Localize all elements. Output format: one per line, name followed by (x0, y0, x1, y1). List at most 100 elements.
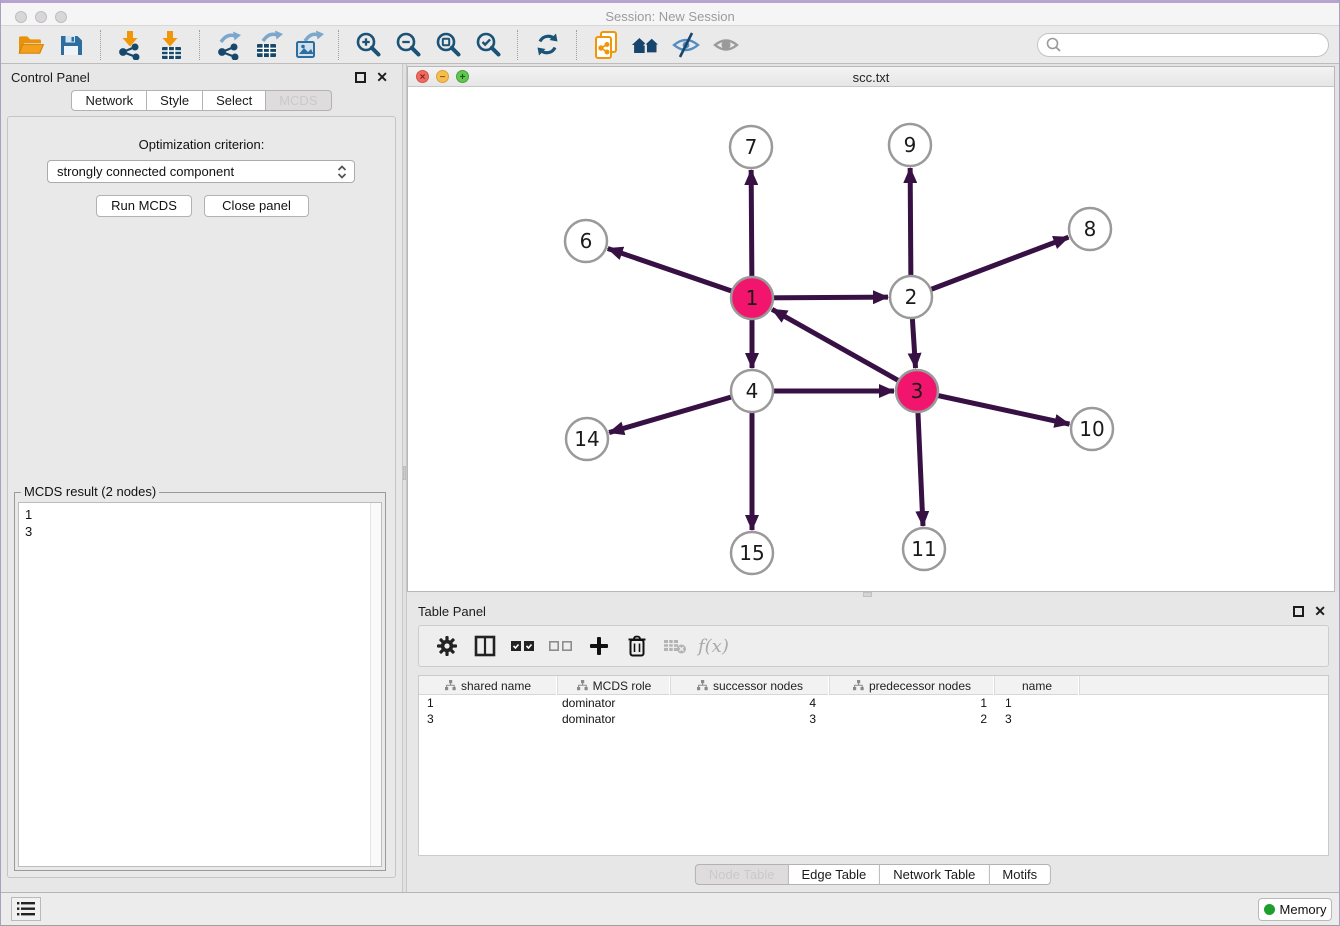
graph-edge-3-1[interactable] (772, 309, 917, 391)
svg-text:15: 15 (739, 541, 764, 565)
tab-node-table[interactable]: Node Table (695, 864, 789, 885)
run-mcds-button[interactable]: Run MCDS (96, 195, 192, 217)
mcds-result-title: MCDS result (2 nodes) (21, 484, 159, 499)
tab-style[interactable]: Style (147, 90, 203, 111)
memory-button[interactable]: Memory (1258, 898, 1332, 921)
export-table-icon[interactable] (254, 30, 284, 60)
close-panel-button[interactable]: Close panel (204, 195, 309, 217)
tab-select[interactable]: Select (203, 90, 266, 111)
table-cell[interactable]: 1 (995, 695, 1080, 711)
tab-motifs[interactable]: Motifs (989, 864, 1051, 885)
graph-node-2[interactable]: 2 (890, 276, 932, 318)
graph-node-14[interactable]: 14 (566, 418, 608, 460)
open-session-icon[interactable] (16, 30, 46, 60)
control-panel-title: Control Panel (11, 70, 90, 85)
splitter-grip[interactable] (863, 592, 872, 597)
table-tabs: Node TableEdge TableNetwork TableMotifs (695, 864, 1051, 885)
memory-status-icon (1264, 904, 1275, 915)
graph-node-6[interactable]: 6 (565, 220, 607, 262)
splitter-grip[interactable] (403, 466, 406, 480)
column-header-MCDS-role[interactable]: MCDS role (558, 676, 671, 695)
svg-text:1: 1 (746, 286, 759, 310)
tab-network[interactable]: Network (71, 90, 147, 111)
table-panel: Table Panel ✕ f(x) shared nameMCDS roles… (407, 598, 1339, 892)
graph-node-8[interactable]: 8 (1069, 208, 1111, 250)
import-table-icon[interactable] (155, 30, 185, 60)
search-icon (1045, 36, 1063, 54)
main-toolbar (1, 26, 1339, 64)
show-column-panel-icon[interactable] (470, 634, 500, 658)
graph-node-3[interactable]: 3 (896, 370, 938, 412)
column-header-predecessor-nodes[interactable]: predecessor nodes (830, 676, 995, 695)
tab-network-table[interactable]: Network Table (880, 864, 989, 885)
svg-text:7: 7 (745, 135, 758, 159)
column-header-successor-nodes[interactable]: successor nodes (671, 676, 830, 695)
refresh-layout-icon[interactable] (532, 30, 562, 60)
table-settings-gear-icon[interactable] (432, 634, 462, 658)
search-input[interactable] (1063, 36, 1328, 54)
home-icon[interactable] (631, 30, 661, 60)
tab-mcds[interactable]: MCDS (266, 90, 331, 111)
table-cell[interactable]: 3 (995, 711, 1080, 727)
mcds-result-text: 1 3 (25, 506, 365, 863)
table-cell[interactable]: 2 (830, 711, 995, 727)
select-stepper-icon (336, 164, 348, 180)
export-image-icon[interactable] (294, 30, 324, 60)
task-history-button[interactable] (11, 897, 41, 921)
table-panel-close-icon[interactable]: ✕ (1314, 603, 1326, 620)
table-cell[interactable]: 3 (671, 711, 830, 727)
export-network-icon[interactable] (214, 30, 244, 60)
table-cell[interactable]: 1 (830, 695, 995, 711)
control-panel-float-icon[interactable] (355, 72, 366, 83)
zoom-fit-icon[interactable] (433, 30, 463, 60)
mcds-result-box[interactable]: 1 3 (18, 502, 382, 867)
import-network-icon[interactable] (115, 30, 145, 60)
table-cell[interactable]: dominator (558, 695, 671, 711)
function-builder-fx-icon[interactable]: f(x) (698, 636, 729, 657)
table-cell[interactable]: 3 (419, 711, 558, 727)
table-cell[interactable]: dominator (558, 711, 671, 727)
table-cell[interactable]: 1 (419, 695, 558, 711)
column-header-name[interactable]: name (995, 676, 1080, 695)
graph-edge-3-10[interactable] (917, 391, 1070, 424)
show-panel-eye-icon[interactable] (711, 30, 741, 60)
zoom-out-icon[interactable] (393, 30, 423, 60)
column-header-shared-name[interactable]: shared name (419, 676, 558, 695)
graph-edge-1-6[interactable] (608, 248, 752, 298)
network-window-titlebar: × − + scc.txt (408, 67, 1334, 87)
save-session-icon[interactable] (56, 30, 86, 60)
unselect-all-columns-icon[interactable] (546, 634, 576, 658)
graph-node-1[interactable]: 1 (731, 277, 773, 319)
mcds-panel: Optimization criterion: strongly connect… (7, 116, 396, 878)
graph-node-4[interactable]: 4 (731, 370, 773, 412)
control-panel-close-icon[interactable]: ✕ (376, 69, 388, 86)
search-field[interactable] (1037, 33, 1329, 57)
zoom-in-icon[interactable] (353, 30, 383, 60)
graph-node-15[interactable]: 15 (731, 532, 773, 574)
graph-node-11[interactable]: 11 (903, 528, 945, 570)
delete-table-icon[interactable] (660, 634, 690, 658)
mcds-result-scrollbar[interactable] (370, 503, 381, 866)
graph-node-10[interactable]: 10 (1071, 408, 1113, 450)
graph-edge-2-8[interactable] (911, 237, 1068, 297)
svg-text:9: 9 (904, 133, 917, 157)
zoom-selected-icon[interactable] (473, 30, 503, 60)
graph-edge-4-14[interactable] (609, 391, 752, 433)
control-panel-tabs: NetworkStyleSelectMCDS (1, 90, 402, 111)
svg-text:10: 10 (1079, 417, 1104, 441)
delete-row-icon[interactable] (622, 634, 652, 658)
control-panel: Control Panel ✕ NetworkStyleSelectMCDS O… (1, 64, 402, 892)
network-canvas[interactable]: 1 2 3 4 6 7 8 9 10 11 14 15 (408, 87, 1334, 591)
duplicate-network-icon[interactable] (591, 30, 621, 60)
graph-node-7[interactable]: 7 (730, 126, 772, 168)
table-panel-float-icon[interactable] (1293, 606, 1304, 617)
table-cell[interactable]: 4 (671, 695, 830, 711)
select-all-columns-icon[interactable] (508, 634, 538, 658)
criterion-select[interactable]: strongly connected component (47, 160, 355, 183)
tab-edge-table[interactable]: Edge Table (788, 864, 880, 885)
add-row-icon[interactable] (584, 634, 614, 658)
toolbar-separator (199, 30, 200, 60)
hide-panel-eye-icon[interactable] (671, 30, 701, 60)
graph-node-9[interactable]: 9 (889, 124, 931, 166)
table-row: 1dominator411 (419, 695, 1328, 711)
